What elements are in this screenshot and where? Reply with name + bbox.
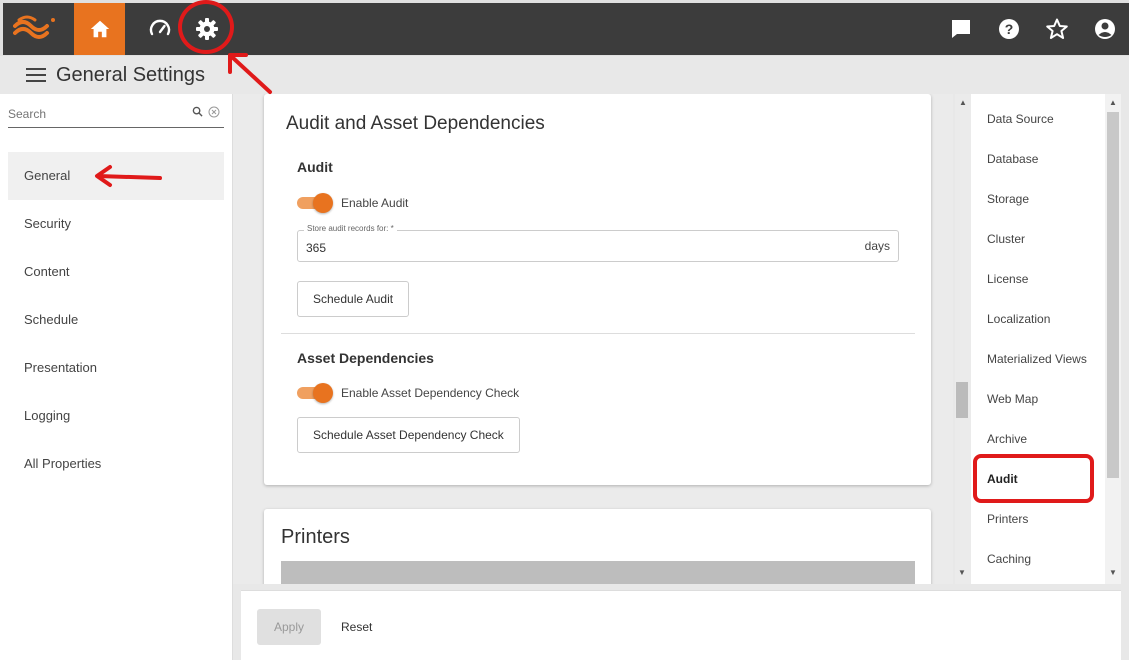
toc-scrollbar[interactable]: ▲ ▼: [1105, 94, 1121, 584]
toc-scrollbar-thumb[interactable]: [1107, 112, 1119, 478]
toc-item-localization[interactable]: Localization: [987, 312, 1050, 326]
toc-item-web-map[interactable]: Web Map: [987, 392, 1038, 406]
reset-button[interactable]: Reset: [341, 609, 372, 645]
toc-item-database[interactable]: Database: [987, 152, 1038, 166]
toc-item-storage[interactable]: Storage: [987, 192, 1029, 206]
action-footer: Apply Reset: [241, 590, 1121, 660]
section-toc: Data Source Database Storage Cluster Lic…: [971, 94, 1105, 584]
annotation-box-audit: [973, 454, 1094, 503]
apply-button[interactable]: Apply: [257, 609, 321, 645]
toc-item-archive[interactable]: Archive: [987, 432, 1027, 446]
toc-item-materialized-views[interactable]: Materialized Views: [987, 352, 1087, 366]
main-scrollbar-thumb[interactable]: [956, 382, 968, 418]
toc-item-cluster[interactable]: Cluster: [987, 232, 1025, 246]
toc-item-data-source[interactable]: Data Source: [987, 112, 1054, 126]
toc-item-license[interactable]: License: [987, 272, 1028, 286]
toc-item-caching[interactable]: Caching: [987, 552, 1031, 566]
main-scrollbar[interactable]: ▲: [955, 94, 971, 584]
toc-item-printers[interactable]: Printers: [987, 512, 1028, 526]
